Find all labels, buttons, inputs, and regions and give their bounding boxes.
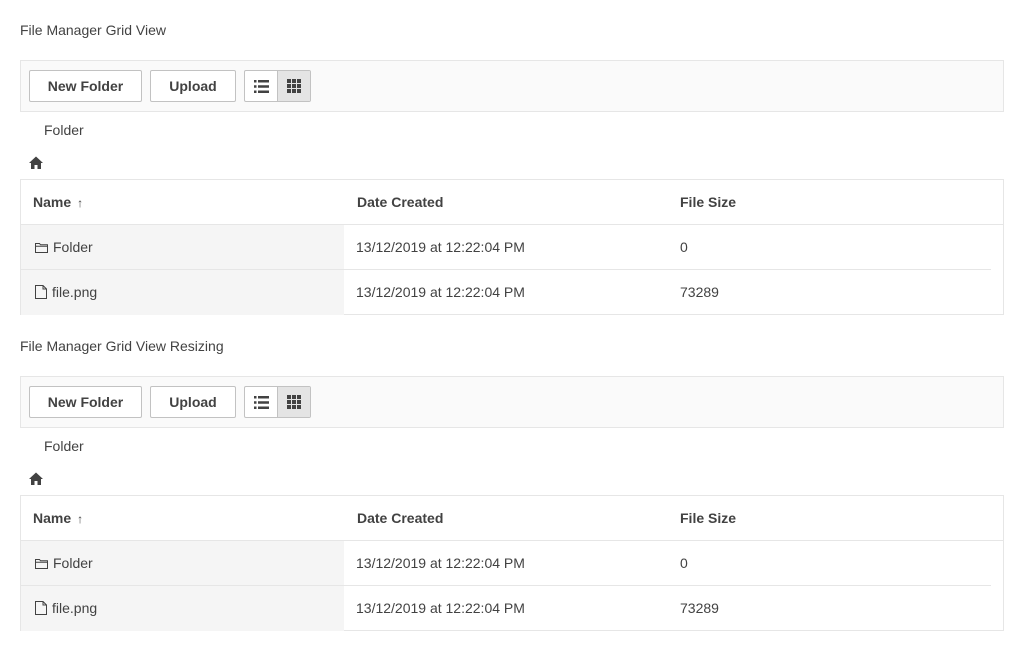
home-icon[interactable] xyxy=(28,471,44,487)
column-header-label: Name xyxy=(33,510,72,526)
arrow-up-icon: ↑ xyxy=(77,512,84,526)
file-icon xyxy=(35,285,47,299)
column-header-size[interactable]: File Size xyxy=(680,496,736,540)
grid-view-icon xyxy=(287,79,301,93)
breadcrumb-current[interactable]: Folder xyxy=(44,438,84,454)
list-view-button[interactable] xyxy=(245,387,277,417)
table-row[interactable]: file.png 13/12/2019 at 12:22:04 PM 73289 xyxy=(21,270,991,315)
date-created: 13/12/2019 at 12:22:04 PM xyxy=(356,239,525,255)
home-icon[interactable] xyxy=(28,155,44,171)
folder-icon xyxy=(35,558,48,569)
date-created: 13/12/2019 at 12:22:04 PM xyxy=(356,284,525,300)
grid-view-button[interactable] xyxy=(277,71,310,101)
folder-icon xyxy=(35,242,48,253)
view-toggle xyxy=(244,70,311,102)
breadcrumb-current[interactable]: Folder xyxy=(44,122,84,138)
file-name: file.png xyxy=(52,284,98,300)
grid-header: Name ↑ Date Created File Size xyxy=(21,180,1003,225)
name-cell-content: file.png xyxy=(35,270,97,314)
grid-view-button[interactable] xyxy=(277,387,310,417)
file-grid: Name ↑ Date Created File Size Folder 13/1… xyxy=(20,179,1004,315)
grid-view-icon xyxy=(287,395,301,409)
column-header-date[interactable]: Date Created xyxy=(357,496,443,540)
table-row[interactable]: Folder 13/12/2019 at 12:22:04 PM 0 xyxy=(21,225,991,270)
new-folder-button[interactable]: New Folder xyxy=(29,386,142,418)
file-icon xyxy=(35,601,47,615)
toolbar: New Folder Upload xyxy=(20,376,1004,428)
table-row[interactable]: Folder 13/12/2019 at 12:22:04 PM 0 xyxy=(21,541,991,586)
column-header-name[interactable]: Name ↑ xyxy=(33,180,83,224)
column-header-date[interactable]: Date Created xyxy=(357,180,443,224)
view-toggle xyxy=(244,386,311,418)
column-header-size[interactable]: File Size xyxy=(680,180,736,224)
file-name: file.png xyxy=(52,600,98,616)
upload-button[interactable]: Upload xyxy=(150,386,236,418)
file-grid: Name ↑ Date Created File Size Folder 13/1… xyxy=(20,495,1004,631)
name-cell-content: file.png xyxy=(35,586,97,630)
file-name: Folder xyxy=(53,239,93,255)
section-title: File Manager Grid View xyxy=(20,22,167,38)
arrow-up-icon: ↑ xyxy=(77,196,84,210)
list-view-button[interactable] xyxy=(245,71,277,101)
file-size: 73289 xyxy=(680,284,719,300)
page: File Manager Grid View New Folder Upload xyxy=(0,0,1024,652)
table-row[interactable]: file.png 13/12/2019 at 12:22:04 PM 73289 xyxy=(21,586,991,631)
file-size: 0 xyxy=(680,555,688,571)
date-created: 13/12/2019 at 12:22:04 PM xyxy=(356,600,525,616)
name-cell-content: Folder xyxy=(35,541,93,585)
new-folder-button[interactable]: New Folder xyxy=(29,70,142,102)
column-header-name[interactable]: Name ↑ xyxy=(33,496,83,540)
toolbar: New Folder Upload xyxy=(20,60,1004,112)
list-view-icon xyxy=(253,79,269,93)
column-header-label: Name xyxy=(33,194,72,210)
date-created: 13/12/2019 at 12:22:04 PM xyxy=(356,555,525,571)
list-view-icon xyxy=(253,395,269,409)
file-name: Folder xyxy=(53,555,93,571)
section-title: File Manager Grid View Resizing xyxy=(20,338,224,354)
file-size: 0 xyxy=(680,239,688,255)
upload-button[interactable]: Upload xyxy=(150,70,236,102)
file-size: 73289 xyxy=(680,600,719,616)
name-cell-content: Folder xyxy=(35,225,93,269)
grid-header: Name ↑ Date Created File Size xyxy=(21,496,1003,541)
